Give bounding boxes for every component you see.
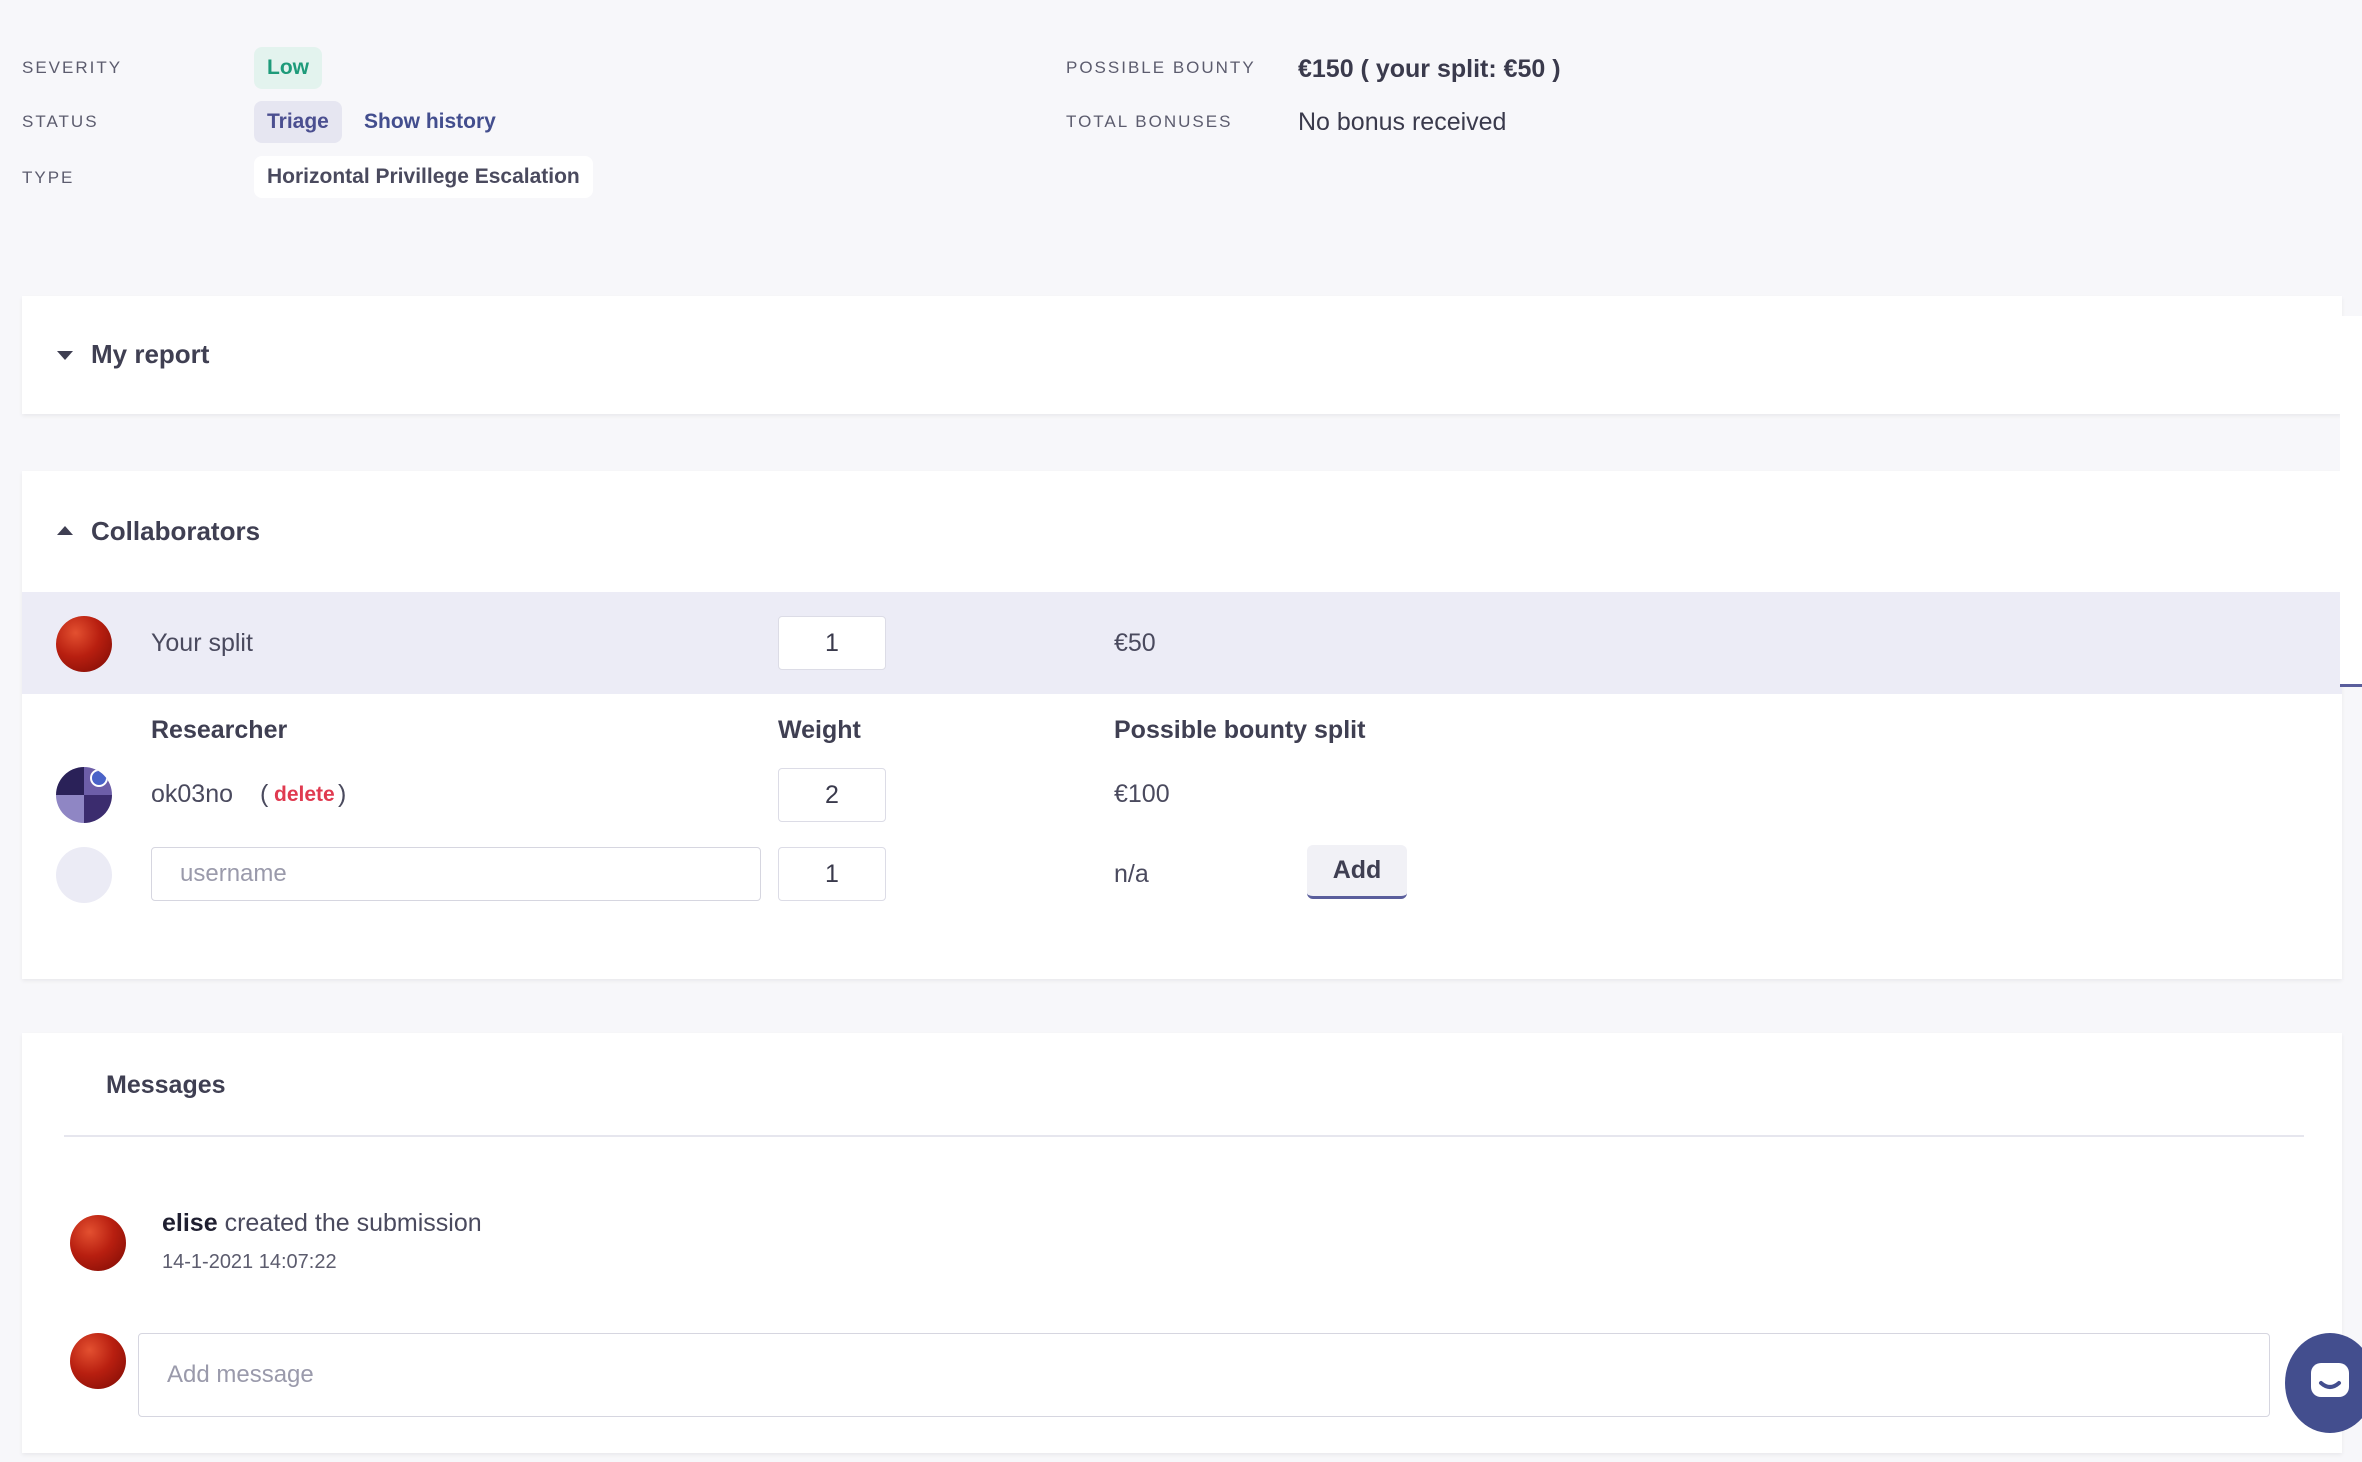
messages-title: Messages: [106, 1071, 226, 1099]
bonuses-label: TOTAL BONUSES: [1066, 112, 1233, 131]
message-user: elise: [162, 1209, 218, 1237]
your-split-amount: €50: [1114, 629, 1156, 657]
delete-open-paren: (: [260, 780, 269, 808]
avatar-placeholder: [56, 847, 112, 903]
chevron-up-icon: [57, 526, 73, 535]
bounty-value: €150 ( your split: €50 ): [1298, 55, 1561, 83]
message-text: created the submission: [224, 1209, 482, 1237]
avatar: [56, 616, 112, 672]
your-split-row: Your split 1 €50: [22, 592, 2342, 694]
avatar: [56, 767, 112, 823]
collaborators-title: Collaborators: [91, 516, 261, 546]
bounty-label: POSSIBLE BOUNTY: [1066, 58, 1256, 77]
type-label: TYPE: [22, 168, 75, 187]
weight-column-header: Weight: [778, 716, 861, 744]
message-timestamp: 14-1-2021 14:07:22: [162, 1251, 337, 1273]
message-line: elise created the submission: [162, 1209, 482, 1238]
verified-badge-icon: [90, 769, 108, 787]
researcher-amount: €100: [1114, 780, 1170, 808]
messages-card: Messages elise created the submission 14…: [22, 1033, 2342, 1453]
add-button[interactable]: Add: [1307, 845, 1407, 899]
researcher-column-header: Researcher: [151, 716, 288, 744]
table-row: ok03no ( delete ) 2 €100: [22, 763, 2342, 823]
avatar: [70, 1333, 126, 1389]
chat-bubble-icon: [2311, 1363, 2349, 1397]
researcher-name: ok03no: [151, 780, 234, 808]
my-report-title: My report: [91, 339, 210, 369]
collaborators-toggle[interactable]: Collaborators: [22, 471, 2342, 591]
message-item: elise created the submission 14-1-2021 1…: [64, 1173, 2304, 1283]
chevron-down-icon: [57, 351, 73, 360]
new-amount: n/a: [1114, 860, 1149, 888]
collaborators-card: Collaborators Your split 1 €50 Researche…: [22, 471, 2342, 979]
your-split-label: Your split: [151, 629, 253, 657]
bonuses-value: No bonus received: [1298, 108, 1507, 136]
divider: [64, 1135, 2304, 1137]
status-label: STATUS: [22, 112, 99, 131]
username-input[interactable]: [151, 847, 761, 901]
split-column-header: Possible bounty split: [1114, 716, 1366, 744]
my-report-toggle[interactable]: My report: [22, 296, 2342, 414]
my-report-card: My report: [22, 296, 2342, 414]
delete-link[interactable]: delete: [274, 783, 335, 807]
new-weight-input[interactable]: 1: [778, 847, 886, 901]
avatar: [70, 1215, 126, 1271]
status-badge: Triage: [254, 101, 342, 143]
severity-badge: Low: [254, 47, 322, 89]
severity-label: SEVERITY: [22, 58, 123, 77]
new-collaborator-row: 1 n/a Add: [22, 843, 2342, 903]
type-badge: Horizontal Privillege Escalation: [254, 156, 593, 198]
delete-close-paren: ): [338, 780, 347, 808]
your-split-weight-input[interactable]: 1: [778, 616, 886, 670]
add-message-input[interactable]: [138, 1333, 2270, 1417]
show-history-link[interactable]: Show history: [364, 110, 496, 134]
scrollbar[interactable]: [2340, 316, 2362, 687]
researcher-weight-input[interactable]: 2: [778, 768, 886, 822]
